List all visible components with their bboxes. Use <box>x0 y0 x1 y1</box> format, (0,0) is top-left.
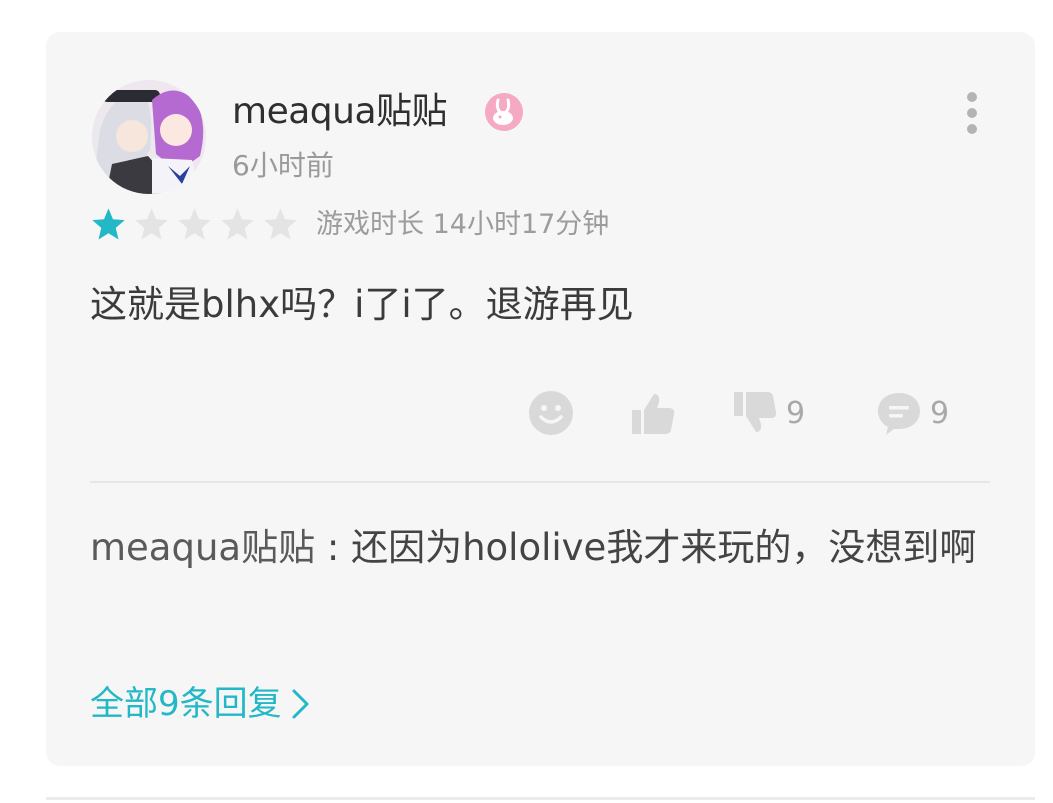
comment-icon <box>878 393 920 435</box>
all-replies-label: 全部9条回复 <box>90 684 282 724</box>
star-filled-icon <box>92 208 125 240</box>
comment-count: 9 <box>930 395 950 431</box>
review-username[interactable]: meaqua贴贴 <box>232 88 448 136</box>
bottom-divider <box>46 797 1035 800</box>
review-content: 这就是blhx吗？i了i了。退游再见 <box>90 283 634 326</box>
playtime-label: 游戏时长 14小时17分钟 <box>316 209 610 240</box>
star-empty-icon <box>178 208 211 240</box>
more-options-button[interactable] <box>960 92 984 134</box>
star-empty-icon <box>221 208 254 240</box>
comment-button[interactable]: 9 <box>876 388 949 438</box>
avatar-image <box>92 80 206 194</box>
bunny-badge-icon <box>485 93 523 131</box>
dot-icon <box>967 108 977 118</box>
dislike-button[interactable]: 9 <box>732 388 805 438</box>
all-replies-link[interactable]: 全部9条回复 <box>90 680 312 728</box>
thumbs-down-icon <box>734 392 777 432</box>
reply-separator: : <box>315 526 352 569</box>
smiley-icon <box>529 391 573 435</box>
review-time: 6小时前 <box>232 149 334 182</box>
rating-stars <box>90 206 299 244</box>
thumbs-up-icon <box>632 394 675 434</box>
star-empty-icon <box>264 208 297 240</box>
user-avatar[interactable] <box>92 80 206 194</box>
reply-text: 还因为hololive我才来玩的，没想到啊 <box>351 526 977 569</box>
dot-icon <box>967 124 977 134</box>
dislike-count: 9 <box>786 395 806 431</box>
emoji-react-button[interactable] <box>528 388 574 438</box>
reply-item[interactable]: meaqua贴贴 : 还因为hololive我才来玩的，没想到啊 <box>90 518 980 578</box>
like-button[interactable] <box>630 388 676 438</box>
divider <box>90 481 990 483</box>
reply-username[interactable]: meaqua贴贴 <box>90 526 315 569</box>
dot-icon <box>967 92 977 102</box>
star-empty-icon <box>135 208 168 240</box>
chevron-right-icon <box>292 689 309 719</box>
